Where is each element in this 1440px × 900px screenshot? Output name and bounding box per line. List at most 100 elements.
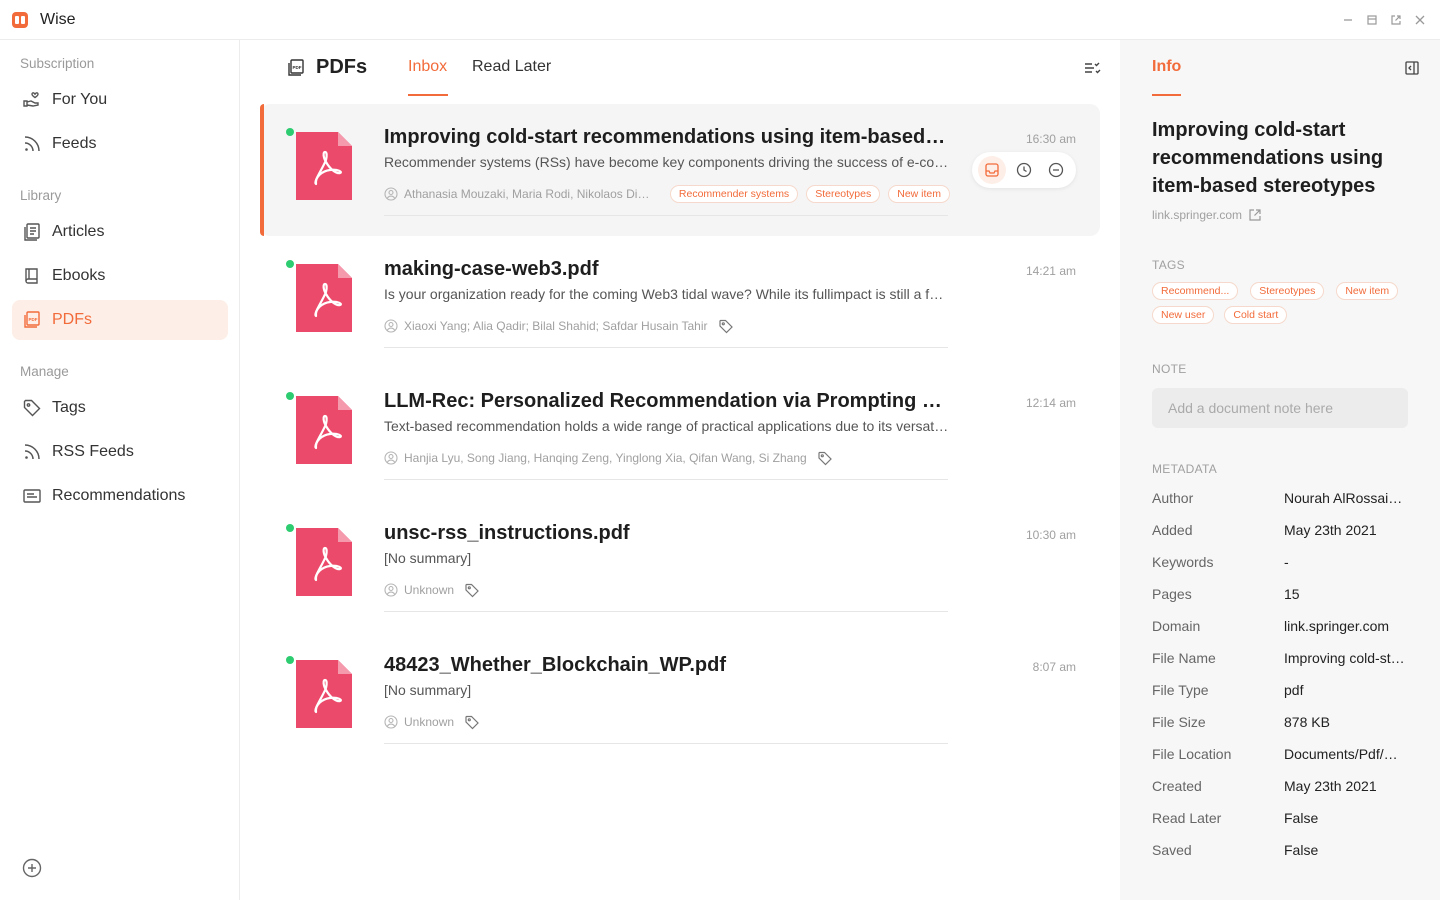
checklist-filter-icon[interactable] xyxy=(1082,58,1102,78)
metadata-key: File Location xyxy=(1152,746,1232,762)
document-meta: Unknown xyxy=(384,580,950,600)
metadata-key: Saved xyxy=(1152,842,1192,858)
sidebar-item-feeds[interactable]: Feeds xyxy=(12,124,228,164)
user-icon xyxy=(384,715,398,729)
divider xyxy=(384,611,948,612)
metadata-value: May 23th 2021 xyxy=(1284,778,1377,794)
metadata-row: Added May 23th 2021 xyxy=(1152,522,1408,542)
sidebar-item-for-you[interactable]: For You xyxy=(12,80,228,120)
document-title: LLM-Rec: Personalized Recommendation via… xyxy=(384,390,950,412)
tag-pill[interactable]: Recommender systems xyxy=(669,185,799,203)
unread-dot xyxy=(286,260,294,268)
tab-read-later[interactable]: Read Later xyxy=(472,58,551,76)
metadata-key: File Type xyxy=(1152,682,1209,698)
articles-icon xyxy=(22,222,42,242)
document-card[interactable]: Improving cold-start recommendations usi… xyxy=(260,104,1100,236)
tab-underline xyxy=(1152,94,1181,96)
tag-pill[interactable]: Stereotypes xyxy=(1250,282,1325,300)
popout-icon[interactable] xyxy=(1388,12,1404,28)
minimize-icon[interactable] xyxy=(1340,12,1356,28)
collapse-panel-icon[interactable] xyxy=(1404,60,1420,76)
user-icon xyxy=(384,187,398,201)
document-time: 12:14 am xyxy=(1025,396,1076,410)
document-time: 14:21 am xyxy=(1025,264,1076,278)
document-summary: Is your organization ready for the comin… xyxy=(384,286,950,302)
tag-icon[interactable] xyxy=(817,450,833,466)
info-domain: link.springer.com xyxy=(1152,208,1243,222)
tab-underline xyxy=(408,94,448,96)
metadata-value: pdf xyxy=(1284,682,1304,698)
tag-pill[interactable]: New item xyxy=(888,185,950,203)
section-label-subscription: Subscription xyxy=(20,56,95,71)
document-meta: Hanjia Lyu, Song Jiang, Hanqing Zeng, Yi… xyxy=(384,448,950,468)
metadata-value: False xyxy=(1284,810,1319,826)
tag-pill[interactable]: New user xyxy=(1152,306,1215,324)
info-tags: Recommend... Stereotypes New item New us… xyxy=(1152,282,1422,324)
pdf-file-icon xyxy=(296,528,352,596)
pdf-file-icon xyxy=(296,264,352,332)
document-authors: Unknown xyxy=(404,583,455,597)
tag-icon[interactable] xyxy=(718,318,734,334)
tab-inbox[interactable]: Inbox xyxy=(408,58,447,76)
close-icon[interactable] xyxy=(1412,12,1428,28)
sidebar-item-label: PDFs xyxy=(52,311,92,328)
sidebar-item-pdfs[interactable]: PDF PDFs xyxy=(12,300,228,340)
document-card[interactable]: LLM-Rec: Personalized Recommendation via… xyxy=(260,368,1100,500)
document-card[interactable]: 48423_Whether_Blockchain_WP.pdf [No summ… xyxy=(260,632,1100,764)
metadata-section-label: METADATA xyxy=(1152,462,1218,476)
app-title: Wise xyxy=(40,11,76,28)
read-later-button[interactable] xyxy=(1010,156,1038,184)
book-icon xyxy=(22,266,42,286)
metadata-key: Domain xyxy=(1152,618,1201,634)
document-time: 8:07 am xyxy=(1032,660,1076,674)
document-card[interactable]: making-case-web3.pdf Is your organizatio… xyxy=(260,236,1100,368)
divider xyxy=(384,743,948,744)
tag-pill[interactable]: New item xyxy=(1336,282,1399,300)
document-authors: Xiaoxi Yang; Alia Qadir; Bilal Shahid; S… xyxy=(404,319,708,333)
svg-text:PDF: PDF xyxy=(293,65,302,70)
archive-button[interactable] xyxy=(1042,156,1070,184)
sidebar-item-rss-feeds[interactable]: RSS Feeds xyxy=(12,432,228,472)
info-domain-link[interactable]: link.springer.com xyxy=(1152,208,1262,222)
metadata-value: May 23th 2021 xyxy=(1284,522,1377,538)
metadata-row: Created May 23th 2021 xyxy=(1152,778,1408,798)
unread-dot xyxy=(286,128,294,136)
document-meta: Xiaoxi Yang; Alia Qadir; Bilal Shahid; S… xyxy=(384,316,950,336)
sidebar-item-label: Tags xyxy=(52,399,86,416)
metadata-value: Nourah AlRossais, Dimitar Kazakov xyxy=(1284,490,1408,506)
unread-dot xyxy=(286,656,294,664)
user-icon xyxy=(384,583,398,597)
tag-pill[interactable]: Cold start xyxy=(1224,306,1288,324)
note-input[interactable] xyxy=(1152,388,1408,428)
clock-icon xyxy=(1016,162,1032,178)
metadata-value: 878 KB xyxy=(1284,714,1330,730)
document-card[interactable]: unsc-rss_instructions.pdf [No summary] U… xyxy=(260,500,1100,632)
tag-icon[interactable] xyxy=(464,714,480,730)
inbox-action-button[interactable] xyxy=(978,156,1006,184)
metadata-row: Pages 15 xyxy=(1152,586,1408,606)
page-title: PDFs xyxy=(316,56,368,78)
user-icon xyxy=(384,451,398,465)
metadata-value: link.springer.com xyxy=(1284,618,1390,634)
sidebar-item-recommendations[interactable]: Recommendations xyxy=(12,476,228,516)
metadata-key: File Name xyxy=(1152,650,1216,666)
tag-icon[interactable] xyxy=(464,582,480,598)
tag-pill[interactable]: Recommend... xyxy=(1152,282,1239,300)
tag-pill[interactable]: Stereotypes xyxy=(806,185,881,203)
metadata-value: - xyxy=(1284,554,1289,570)
sidebar-item-tags[interactable]: Tags xyxy=(12,388,228,428)
document-actions xyxy=(972,152,1076,188)
add-icon[interactable] xyxy=(22,858,42,878)
metadata-row: File Name Improving cold-start recommenda… xyxy=(1152,650,1408,670)
sidebar-item-label: Feeds xyxy=(52,135,97,152)
maximize-icon[interactable] xyxy=(1364,12,1380,28)
sidebar-item-articles[interactable]: Articles xyxy=(12,212,228,252)
external-link-icon xyxy=(1249,209,1261,221)
sidebar: Subscription For You Feeds Library Artic… xyxy=(0,40,240,900)
document-summary: Text-based recommendation holds a wide r… xyxy=(384,418,950,434)
document-authors: Hanjia Lyu, Song Jiang, Hanqing Zeng, Yi… xyxy=(404,451,807,465)
sidebar-item-ebooks[interactable]: Ebooks xyxy=(12,256,228,296)
document-authors: Unknown xyxy=(404,715,455,729)
tab-info[interactable]: Info xyxy=(1152,58,1181,76)
metadata-row: File Size 878 KB xyxy=(1152,714,1408,734)
